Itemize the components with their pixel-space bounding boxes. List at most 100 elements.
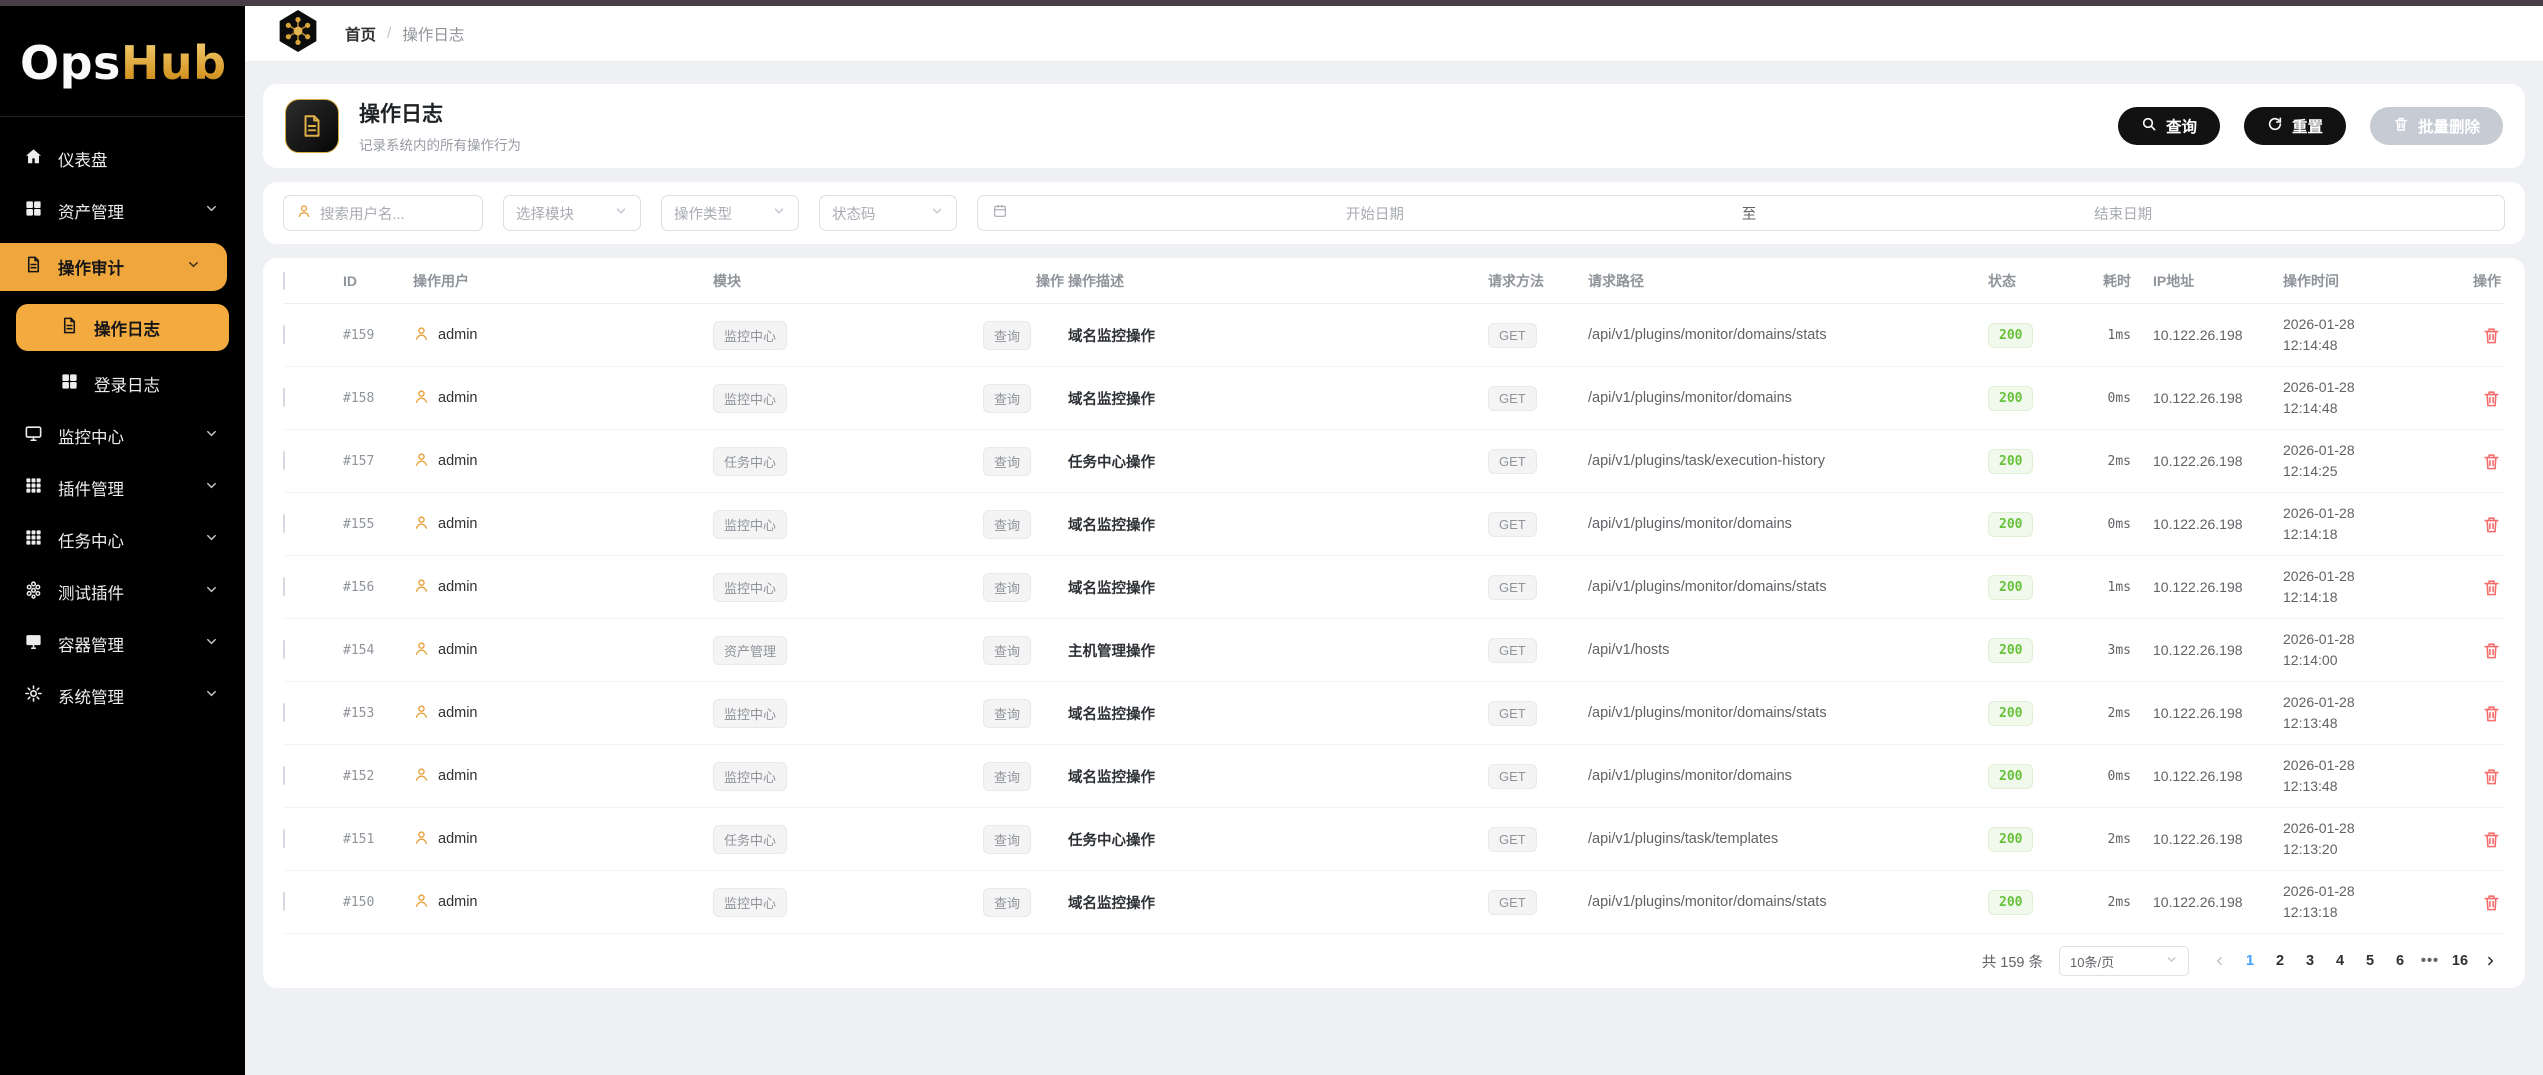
sidebar-item-资产管理[interactable]: 资产管理 — [0, 191, 245, 231]
row-checkbox[interactable] — [283, 892, 285, 911]
row-checkbox[interactable] — [283, 577, 285, 596]
chevron-down-icon — [772, 204, 786, 222]
status-badge: 200 — [1988, 763, 2034, 789]
delete-row-button[interactable] — [2482, 767, 2501, 786]
action-cell: 查询 — [983, 824, 1068, 854]
delete-row-button[interactable] — [2482, 452, 2501, 471]
date-range-picker[interactable]: 开始日期 至 结束日期 — [977, 195, 2505, 231]
duration: 3ms — [2107, 642, 2131, 658]
page-number[interactable]: 4 — [2325, 946, 2355, 976]
row-checkbox[interactable] — [283, 829, 285, 848]
select-all-checkbox[interactable] — [283, 271, 285, 290]
page-number[interactable]: 6 — [2385, 946, 2415, 976]
module-select[interactable]: 选择模块 — [503, 195, 641, 231]
method-cell: GET — [1488, 700, 1588, 726]
user-icon — [296, 203, 312, 223]
row-actions — [2443, 389, 2505, 408]
page-number[interactable]: 1 — [2235, 946, 2265, 976]
row-checkbox[interactable] — [283, 451, 285, 470]
action-type-select[interactable]: 操作类型 — [661, 195, 799, 231]
end-date-placeholder[interactable]: 结束日期 — [1756, 203, 2490, 224]
user-icon — [413, 325, 430, 346]
operation-description: 域名监控操作 — [1068, 769, 1155, 786]
delete-row-button[interactable] — [2482, 389, 2501, 408]
username-search-input[interactable]: 搜索用户名... — [283, 195, 483, 231]
module-badge: 任务中心 — [713, 446, 788, 476]
operation-time: 2026-01-28 12:14:48 — [2283, 379, 2355, 416]
chevron-down-icon — [204, 634, 219, 654]
page-number[interactable]: 16 — [2445, 946, 2475, 976]
row-checkbox[interactable] — [283, 514, 285, 533]
operator-name: admin — [438, 894, 478, 910]
range-separator: 至 — [1741, 206, 1757, 223]
page-number[interactable]: 2 — [2265, 946, 2295, 976]
reset-button[interactable]: 重置 — [2243, 107, 2346, 145]
grid2-icon — [24, 199, 43, 223]
prev-page-arrow[interactable] — [2205, 946, 2235, 976]
sidebar-item-系统管理[interactable]: 系统管理 — [0, 676, 245, 716]
row-checkbox-cell — [283, 640, 343, 659]
breadcrumb-home[interactable]: 首页 — [345, 23, 376, 45]
method-badge: GET — [1488, 511, 1537, 537]
page-number[interactable]: 3 — [2295, 946, 2325, 976]
breadcrumb-current: 操作日志 — [402, 26, 465, 44]
operation-time: 2026-01-28 12:14:18 — [2283, 568, 2355, 605]
user-icon — [413, 892, 430, 913]
status-cell: 200 — [1988, 511, 2073, 537]
delete-row-button[interactable] — [2482, 893, 2501, 912]
page-size-select[interactable]: 10条/页 — [2059, 946, 2189, 976]
sidebar-item-label: 测试插件 — [58, 585, 124, 603]
operator-cell: admin — [413, 892, 713, 913]
ip-address: 10.122.26.198 — [2153, 768, 2243, 784]
sidebar-item-容器管理[interactable]: 容器管理 — [0, 624, 245, 664]
page-number[interactable]: 5 — [2355, 946, 2385, 976]
sidebar-item-任务中心[interactable]: 任务中心 — [0, 520, 245, 560]
query-button[interactable]: 查询 — [2117, 107, 2220, 145]
delete-row-button[interactable] — [2482, 641, 2501, 660]
page-title-doc-icon — [285, 99, 339, 153]
operator-name: admin — [438, 642, 478, 658]
operator-name: admin — [438, 453, 478, 469]
page-size-value: 10条/页 — [2070, 954, 2115, 970]
row-checkbox-cell — [283, 892, 343, 911]
sidebar-item-仪表盘[interactable]: 仪表盘 — [0, 139, 245, 179]
batch-delete-button[interactable]: 批量删除 — [2369, 107, 2503, 145]
row-checkbox[interactable] — [283, 703, 285, 722]
chevron-down-icon — [204, 530, 219, 550]
sidebar-item-label: 容器管理 — [58, 637, 124, 655]
row-checkbox[interactable] — [283, 640, 285, 659]
next-page-arrow[interactable] — [2475, 946, 2505, 976]
log-id: #155 — [343, 516, 375, 532]
sidebar-item-操作审计[interactable]: 操作审计 — [0, 243, 227, 291]
sidebar-item-操作日志[interactable]: 操作日志 — [16, 304, 229, 351]
request-path: /api/v1/plugins/monitor/domains — [1588, 390, 1792, 406]
method-cell: GET — [1488, 385, 1588, 411]
start-date-placeholder[interactable]: 开始日期 — [1008, 203, 1742, 224]
sidebar-item-测试插件[interactable]: 测试插件 — [0, 572, 245, 612]
row-checkbox[interactable] — [283, 325, 285, 344]
page-title-block: 操作日志 记录系统内的所有操作行为 — [359, 98, 521, 154]
duration: 1ms — [2107, 327, 2131, 343]
sidebar-item-label: 登录日志 — [94, 377, 160, 395]
operator-name: admin — [438, 705, 478, 721]
sidebar-item-监控中心[interactable]: 监控中心 — [0, 416, 245, 456]
row-checkbox[interactable] — [283, 388, 285, 407]
row-actions — [2443, 704, 2505, 723]
delete-row-button[interactable] — [2482, 515, 2501, 534]
sidebar-item-插件管理[interactable]: 插件管理 — [0, 468, 245, 508]
delete-row-button[interactable] — [2482, 830, 2501, 849]
breadcrumb: 首页 / 操作日志 — [345, 23, 464, 45]
row-actions — [2443, 893, 2505, 912]
status-code-select[interactable]: 状态码 — [819, 195, 957, 231]
module-select-value: 选择模块 — [516, 206, 574, 223]
total-count: 共 159 条 — [1981, 954, 2043, 971]
display-icon — [24, 632, 43, 656]
row-checkbox[interactable] — [283, 766, 285, 785]
delete-row-button[interactable] — [2482, 326, 2501, 345]
request-path: /api/v1/plugins/monitor/domains — [1588, 516, 1792, 532]
delete-row-button[interactable] — [2482, 578, 2501, 597]
operation-time: 2026-01-28 12:13:18 — [2283, 883, 2355, 920]
table-row: #156 admin 监控中心 查询 域名监控操作 GET/api/v1/plugins/… — [283, 556, 2505, 619]
delete-row-button[interactable] — [2482, 704, 2501, 723]
sidebar-item-登录日志[interactable]: 登录日志 — [0, 364, 245, 404]
